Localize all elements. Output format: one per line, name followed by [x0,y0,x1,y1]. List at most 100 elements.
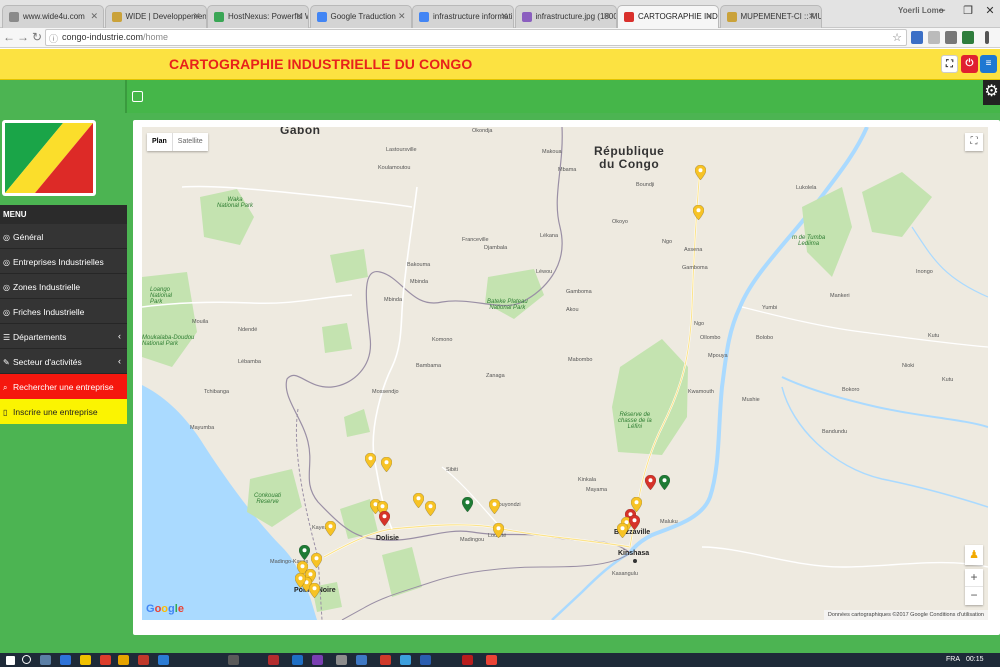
browser-tab[interactable]: CARTOGRAPHIE INDUSTR✕ [617,5,719,28]
logout-button[interactable]: ⏻ [961,55,978,73]
browser-tab[interactable]: infrastructure.jpg (1000× ✕ [514,5,617,28]
map-marker-icon[interactable] [617,523,628,538]
browser-tab[interactable]: infrastructure information ✕ [412,5,514,28]
app-icon[interactable] [268,655,279,665]
map-marker-icon[interactable] [381,457,392,472]
ie-icon[interactable] [60,655,71,665]
fullscreen-icon[interactable]: ⛶ [965,133,983,151]
clock[interactable]: 00:15 [966,656,984,663]
chrome-icon[interactable] [118,655,129,665]
map-marker-icon[interactable] [462,497,473,512]
app-icon[interactable] [158,655,169,665]
sidebar-item-secteur-d-activites[interactable]: ✎ Secteur d'activités ‹ [0,349,127,374]
forward-icon[interactable]: → [16,30,30,44]
map-marker-icon[interactable] [325,521,336,536]
extension-icon[interactable] [962,31,974,44]
browser-tab[interactable]: HostNexus: Powerful We ✕ [207,5,309,28]
map-label-kutu-2: Kutu [942,377,954,383]
tab-close-icon[interactable]: ✕ [90,11,98,22]
map-type-plan-button[interactable]: Plan [147,133,172,151]
explorer-icon[interactable] [80,655,91,665]
tab-close-icon[interactable]: ✕ [193,11,201,22]
extension-icon[interactable] [945,31,957,44]
map-marker-icon[interactable] [493,523,504,538]
map-marker-icon[interactable] [489,499,500,514]
extension-icon[interactable] [928,31,940,44]
app-icon[interactable] [100,655,111,665]
map-label-lefini-reserve: Réserve de chasse de la Léfini [618,412,652,430]
tab-favicon-icon [111,12,122,22]
app-icon[interactable] [336,655,347,665]
sidebar-item-zones-industrielle[interactable]: ◎ Zones Industrielle [0,274,127,299]
map-type-satellite-button[interactable]: Satellite [171,133,208,151]
expand-button[interactable]: ⛶ [941,55,958,73]
extension-icon[interactable] [911,31,923,44]
app-icon[interactable] [138,655,149,665]
close-window-icon[interactable]: ✕ [978,4,1000,17]
app-icon[interactable] [312,655,323,665]
map-label-akou: Akou [566,307,579,313]
keyboard-language[interactable]: FRA [946,656,960,663]
map-marker-icon[interactable] [299,545,310,560]
app-icon[interactable] [356,655,367,665]
map-view[interactable]: Gabon République du Congo Kinshasa Brazz… [142,127,988,620]
sidebar-item-departements[interactable]: ☰ Départements ‹ [0,324,127,349]
sidebar-toggle-checkbox[interactable] [132,91,143,102]
app-icon[interactable] [380,655,391,665]
app-icon[interactable] [228,655,239,665]
address-bar[interactable]: ⓘ congo-industrie.com/home ☆ [45,29,907,46]
filezilla-icon[interactable] [462,655,473,665]
windows-start-icon[interactable] [6,656,15,665]
minimize-icon[interactable]: – [930,4,954,16]
search-icon[interactable] [22,655,31,664]
map-type-control: Plan Satellite [147,133,208,151]
sidebar-item-friches-industrielle[interactable]: ◎ Friches Industrielle [0,299,127,324]
tab-close-icon[interactable]: ✕ [295,11,303,22]
browser-tab[interactable]: Google Traduction ✕ [309,5,412,28]
task-view-icon[interactable] [40,655,51,665]
browser-tab[interactable]: www.wide4u.com ✕ [2,5,104,28]
sidebar-item-inscrire-une-entreprise[interactable]: ▯ Inscrire une entreprise [0,399,127,424]
map-marker-icon[interactable] [379,511,390,526]
browser-tab[interactable]: MUPEMENET-CI :: MUTU✕ [719,5,822,28]
map-marker-icon[interactable] [693,205,704,220]
reload-icon[interactable]: ↻ [30,30,44,44]
tab-close-icon[interactable]: ✕ [705,11,713,22]
sidebar-item-entreprises-industrielles[interactable]: ◎ Entreprises Industrielles [0,249,127,274]
browser-tab[interactable]: WIDE | Developpement ✕ [104,5,207,28]
page-info-icon[interactable]: ⓘ [49,32,58,45]
zoom-in-button[interactable]: + [965,569,983,587]
map-marker-icon[interactable] [645,475,656,490]
app-icon[interactable] [420,655,431,665]
app-icon[interactable] [400,655,411,665]
back-icon[interactable]: ← [2,30,16,44]
google-logo[interactable]: Google [146,603,184,615]
sidebar-item-general[interactable]: ◎ Général [0,224,127,249]
map-marker-icon[interactable] [413,493,424,508]
app-icon[interactable] [486,655,497,665]
map-marker-icon[interactable] [309,583,320,598]
zoom-out-button[interactable]: − [965,587,983,605]
gear-icon[interactable]: ⚙ [983,80,1000,105]
maximize-icon[interactable]: ❐ [956,4,980,17]
map-label-bambama: Bambama [416,363,442,369]
map-marker-icon[interactable] [659,475,670,490]
menu-button[interactable]: ≡ [980,55,997,73]
map-marker-icon[interactable] [365,453,376,468]
tab-close-icon[interactable]: ✕ [603,11,611,22]
map-marker-icon[interactable] [311,553,322,568]
sidebar-item-rechercher-une-entreprise[interactable]: ⌕ Rechercher une entreprise [0,374,127,399]
map-marker-icon[interactable] [695,165,706,180]
street-view-pegman-icon[interactable]: ♟ [965,545,983,565]
map-attribution[interactable]: Données cartographiques ©2017 Google Con… [823,610,988,620]
map-marker-icon[interactable] [295,573,306,588]
tab-close-icon[interactable]: ✕ [398,11,406,22]
map-marker-icon[interactable] [629,515,640,530]
tab-close-icon[interactable]: ✕ [808,11,816,22]
tab-close-icon[interactable]: ✕ [500,11,508,22]
map-marker-icon[interactable] [425,501,436,516]
browser-menu-icon[interactable] [985,31,989,44]
bookmark-star-icon[interactable]: ☆ [892,31,902,44]
app-icon[interactable] [292,655,303,665]
sidebar-item-label: Inscrire une entreprise [13,407,98,417]
